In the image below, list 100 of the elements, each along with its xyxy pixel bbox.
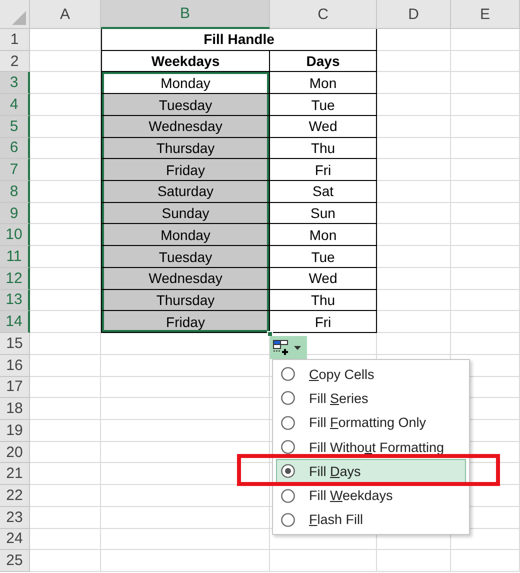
row-header[interactable]: 11 — [0, 246, 30, 268]
radio-button[interactable] — [281, 512, 295, 527]
empty-cell[interactable] — [451, 29, 520, 51]
row-header[interactable]: 16 — [0, 354, 30, 376]
empty-cell[interactable] — [451, 333, 520, 355]
menu-item[interactable]: Fill Formatting Only — [276, 410, 466, 435]
empty-cell[interactable] — [377, 224, 451, 246]
row-header[interactable]: 4 — [0, 94, 30, 116]
empty-cell[interactable] — [377, 246, 451, 268]
empty-cell[interactable] — [377, 138, 451, 160]
row-header[interactable]: 9 — [0, 202, 30, 224]
empty-cell[interactable] — [377, 116, 451, 138]
empty-cell[interactable] — [101, 420, 270, 442]
row-header[interactable]: 2 — [0, 50, 30, 72]
column-header[interactable]: C — [270, 0, 377, 29]
table-cell: Thursday — [101, 290, 270, 312]
row-header[interactable]: 8 — [0, 181, 30, 203]
row-header[interactable]: 1 — [0, 29, 30, 51]
radio-button[interactable] — [281, 464, 295, 478]
empty-cell[interactable] — [451, 72, 520, 94]
empty-cell[interactable] — [451, 50, 520, 72]
empty-cell[interactable] — [377, 202, 451, 224]
empty-cell[interactable] — [377, 181, 451, 203]
table-cell: Fri — [270, 311, 377, 334]
column-header[interactable]: D — [377, 0, 451, 29]
empty-cell[interactable] — [101, 485, 270, 507]
radio-button[interactable] — [281, 391, 295, 406]
empty-cell[interactable] — [451, 311, 520, 334]
row-header[interactable]: 3 — [0, 72, 30, 94]
row-header[interactable]: 18 — [0, 398, 30, 420]
empty-cell[interactable] — [377, 290, 451, 312]
row-header[interactable]: 22 — [0, 485, 30, 507]
empty-cell[interactable] — [451, 159, 520, 182]
empty-cell[interactable] — [101, 528, 270, 550]
empty-cell[interactable] — [451, 246, 520, 268]
select-all-icon[interactable] — [12, 11, 26, 25]
empty-cell[interactable] — [451, 181, 520, 203]
empty-cell[interactable] — [451, 202, 520, 224]
row-header[interactable]: 25 — [0, 550, 30, 572]
empty-cell[interactable] — [451, 224, 520, 246]
table-cell: Monday — [101, 224, 270, 246]
column-header[interactable]: A — [30, 0, 101, 29]
column-header[interactable]: B — [101, 0, 270, 29]
table-cell: Monday — [101, 72, 270, 94]
empty-cell[interactable] — [377, 311, 451, 334]
row-header[interactable]: 15 — [0, 333, 30, 355]
empty-cell[interactable] — [377, 550, 451, 572]
empty-cell[interactable] — [451, 550, 520, 572]
radio-button[interactable] — [281, 488, 295, 503]
fill-handle[interactable] — [267, 331, 273, 337]
row-header[interactable]: 19 — [0, 420, 30, 442]
radio-button[interactable] — [281, 440, 295, 454]
empty-cell[interactable] — [101, 398, 270, 420]
radio-button[interactable] — [281, 416, 295, 430]
empty-cell[interactable] — [451, 116, 520, 138]
empty-cell[interactable] — [101, 463, 270, 486]
empty-cell[interactable] — [377, 333, 451, 355]
table-cell: Friday — [101, 311, 270, 334]
empty-cell[interactable] — [101, 354, 270, 376]
radio-button[interactable] — [281, 367, 295, 382]
row-header[interactable]: 23 — [0, 506, 30, 529]
empty-cell[interactable] — [377, 50, 451, 72]
row-header[interactable]: 13 — [0, 290, 30, 312]
row-header[interactable]: 21 — [0, 463, 30, 486]
empty-cell[interactable] — [101, 376, 270, 398]
empty-cell[interactable] — [451, 94, 520, 116]
menu-item[interactable]: Fill Without Formatting — [276, 434, 466, 460]
empty-cell[interactable] — [377, 159, 451, 182]
empty-cell[interactable] — [377, 29, 451, 51]
menu-item[interactable]: Copy Cells — [276, 362, 466, 386]
table-cell: Thursday — [101, 138, 270, 160]
table-cell: Wednesday — [101, 268, 270, 290]
empty-cell[interactable] — [451, 268, 520, 290]
menu-item[interactable]: Fill Series — [276, 386, 466, 411]
row-header[interactable]: 5 — [0, 116, 30, 138]
table-cell: Wednesday — [101, 116, 270, 138]
table-cell: Sun — [270, 202, 377, 224]
row-header[interactable]: 20 — [0, 442, 30, 464]
row-header[interactable]: 14 — [0, 311, 30, 334]
row-header[interactable]: 24 — [0, 528, 30, 550]
empty-cell[interactable] — [451, 290, 520, 312]
menu-item[interactable]: Flash Fill — [276, 508, 466, 532]
table-title: Fill Handle — [101, 29, 377, 51]
row-header[interactable]: 6 — [0, 138, 30, 160]
row-header[interactable]: 7 — [0, 159, 30, 182]
empty-cell[interactable] — [270, 550, 377, 572]
row-header[interactable]: 10 — [0, 224, 30, 246]
auto-fill-options-menu[interactable] — [270, 336, 307, 359]
empty-cell[interactable] — [101, 506, 270, 529]
menu-item[interactable]: Fill Days — [276, 459, 466, 484]
row-header[interactable]: 17 — [0, 376, 30, 398]
empty-cell[interactable] — [377, 94, 451, 116]
empty-cell[interactable] — [101, 550, 270, 572]
empty-cell[interactable] — [377, 72, 451, 94]
column-header[interactable]: E — [451, 0, 520, 29]
empty-cell[interactable] — [377, 268, 451, 290]
empty-cell[interactable] — [451, 138, 520, 160]
empty-cell[interactable] — [101, 442, 270, 464]
row-header[interactable]: 12 — [0, 268, 30, 290]
menu-item[interactable]: Fill Weekdays — [276, 483, 466, 508]
